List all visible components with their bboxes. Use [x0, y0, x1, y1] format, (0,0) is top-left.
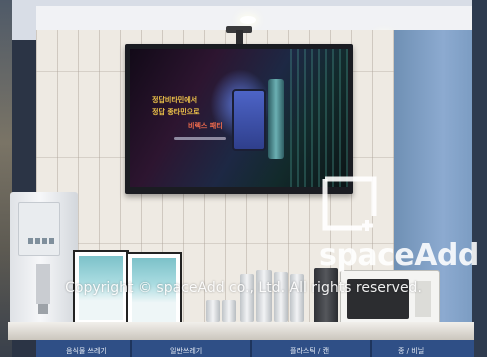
- cabinet-label: 음식물 쓰레기: [66, 347, 107, 355]
- cup: [222, 300, 236, 322]
- phone-image-icon: [232, 89, 266, 151]
- screen-caption-bar: [174, 137, 226, 140]
- microwave: [340, 270, 440, 330]
- tv-screen: 정답비타민에서 정답 종타민으로 비렉스 패티: [130, 49, 348, 187]
- right-edge-background: [472, 0, 487, 357]
- cabinet-label: 일반쓰레기: [170, 347, 203, 355]
- counter-top: [8, 322, 474, 340]
- watermark-brand: spaceAdd: [319, 238, 479, 273]
- cup: [206, 300, 220, 322]
- cabinet-divider: [130, 340, 132, 357]
- screen-streaks: [290, 49, 348, 187]
- tv-headline-line1: 정답비타민에서: [152, 96, 198, 104]
- tv-headline-line3: 비렉스 패티: [188, 122, 223, 130]
- watermark-copyright: Copyright © spaceAdd co., Ltd. All right…: [65, 280, 422, 296]
- ceiling-light-icon: [240, 16, 256, 24]
- cabinet-label: 종 / 비닐: [398, 347, 425, 355]
- purifier-spout: [38, 304, 48, 314]
- purifier-panel: [18, 202, 60, 256]
- cup: [256, 270, 272, 322]
- bottle-image-icon: [268, 79, 284, 159]
- wall-tv: 정답비타민에서 정답 종타민으로 비렉스 패티: [125, 44, 353, 194]
- purifier-buttons: [28, 238, 54, 244]
- square-corner-logo-icon: [322, 176, 377, 231]
- dark-canister: [314, 268, 338, 324]
- cafe-counter-scene: 정답비타민에서 정답 종타민으로 비렉스 패티 음식물 쓰레기 일반쓰레기 플라…: [0, 0, 487, 357]
- cabinet-divider: [370, 340, 372, 357]
- cabinet-label: 플라스틱 / 캔: [290, 347, 330, 355]
- tv-headline-line2: 정답 종타민으로: [152, 108, 200, 116]
- water-purifier: [10, 192, 78, 324]
- cabinet-divider: [250, 340, 252, 357]
